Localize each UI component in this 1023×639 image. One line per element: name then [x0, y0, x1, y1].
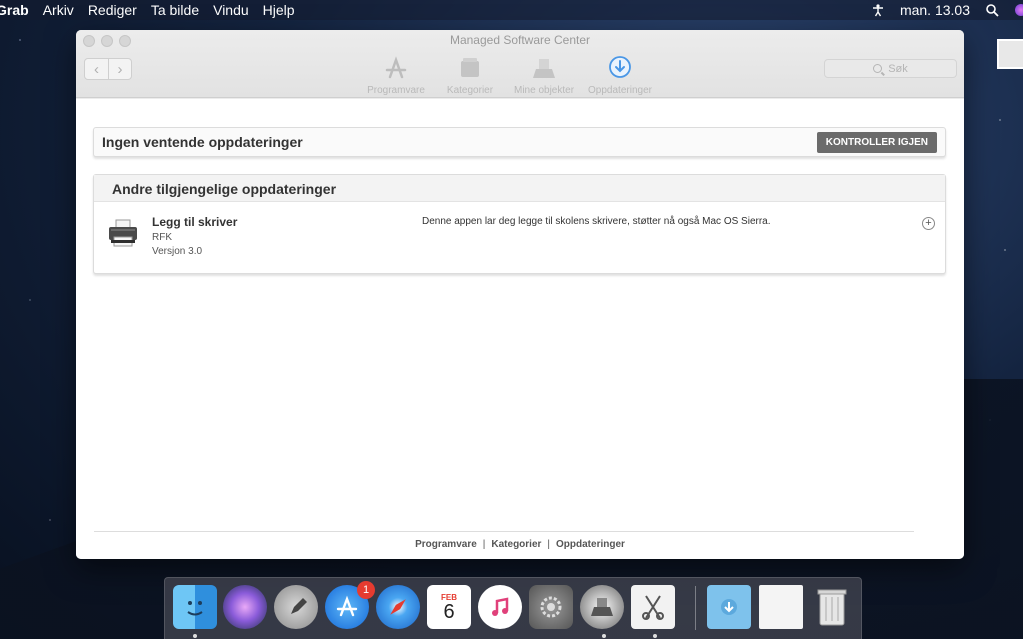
tab-mine-objekter-label: Mine objekter — [514, 85, 575, 96]
back-button[interactable]: ‹ — [85, 59, 108, 79]
launchpad-icon[interactable] — [274, 585, 318, 629]
menu-ta-bilde[interactable]: Ta bilde — [144, 2, 206, 18]
pending-updates-title: Ingen ventende oppdateringer — [102, 134, 303, 150]
plus-icon: + — [925, 217, 932, 229]
title-bar: Managed Software Center ‹ › Programvare … — [76, 30, 964, 98]
other-updates-title: Andre tilgjengelige oppdateringer — [94, 175, 945, 202]
screenshot-document-icon[interactable] — [759, 585, 803, 629]
search-icon — [873, 64, 883, 73]
spotlight-icon[interactable] — [985, 3, 999, 17]
navigation-buttons: ‹ › — [84, 58, 132, 80]
main-content: Ingen ventende oppdateringer KONTROLLER … — [76, 99, 964, 559]
categories-icon — [461, 58, 479, 77]
check-again-button[interactable]: KONTROLLER IGJEN — [816, 131, 937, 153]
forward-button[interactable]: › — [108, 59, 131, 79]
footer-links: Programvare | Kategorier | Oppdateringer — [76, 539, 964, 550]
grab-icon[interactable] — [631, 585, 675, 629]
menu-arkiv[interactable]: Arkiv — [36, 2, 81, 18]
add-item-button[interactable]: + — [922, 217, 935, 230]
list-item[interactable]: Legg til skriver RFK Versjon 3.0 Denne a… — [94, 202, 945, 274]
siri-icon[interactable] — [223, 585, 267, 629]
menu-app-name[interactable]: Grab — [0, 2, 36, 18]
tab-kategorier-label: Kategorier — [446, 85, 494, 96]
footer-separator: | — [482, 539, 486, 550]
tab-programvare-label: Programvare — [367, 85, 425, 96]
menu-vindu[interactable]: Vindu — [206, 2, 256, 18]
item-developer: RFK — [152, 232, 172, 243]
dock: 1 FEB 6 — [164, 577, 862, 639]
downloads-folder-icon[interactable] — [707, 585, 751, 629]
running-indicator — [602, 634, 606, 638]
trash-icon[interactable] — [810, 585, 854, 629]
menu-hjelp[interactable]: Hjelp — [256, 2, 302, 18]
item-version: Versjon 3.0 — [152, 246, 203, 257]
tab-oppdateringer-label: Oppdateringer — [588, 85, 652, 96]
accessibility-icon[interactable] — [871, 3, 885, 17]
itunes-icon[interactable] — [478, 585, 522, 629]
footer-link-kategorier[interactable]: Kategorier — [491, 539, 541, 550]
updates-icon — [609, 56, 631, 78]
chevron-left-icon: ‹ — [94, 60, 99, 78]
footer-link-programvare[interactable]: Programvare — [415, 539, 477, 550]
calendar-icon[interactable]: FEB 6 — [427, 585, 471, 629]
other-updates-panel: Andre tilgjengelige oppdateringer Legg t… — [93, 174, 946, 274]
finder-icon[interactable] — [173, 585, 217, 629]
menu-extras: man. 13.03 — [863, 0, 1023, 20]
item-description: Denne appen lar deg legge til skolens sk… — [422, 216, 771, 227]
managed-software-center-icon[interactable] — [580, 585, 624, 629]
footer-link-oppdateringer[interactable]: Oppdateringer — [556, 539, 625, 550]
menu-clock[interactable]: man. 13.03 — [893, 2, 977, 18]
printer-icon — [109, 219, 137, 247]
tab-mine-objekter[interactable]: Mine objekter — [514, 54, 574, 96]
search-field[interactable]: Søk — [824, 59, 957, 78]
safari-icon[interactable] — [376, 585, 420, 629]
toolbar: Programvare Kategorier Mine objekter Opp… — [366, 54, 666, 96]
system-preferences-icon[interactable] — [529, 585, 573, 629]
chevron-right-icon: › — [117, 60, 123, 78]
app-store-icon — [385, 56, 407, 79]
notification-badge: 1 — [357, 581, 375, 599]
footer-divider — [94, 531, 914, 532]
dock-separator — [695, 586, 696, 630]
desktop-screenshot-thumbnail[interactable] — [997, 39, 1023, 69]
footer-separator: | — [547, 539, 551, 550]
menu-rediger[interactable]: Rediger — [81, 2, 144, 18]
menu-bar: Grab Arkiv Rediger Ta bilde Vindu Hjelp … — [0, 0, 1023, 20]
app-store-dock-icon[interactable]: 1 — [325, 581, 375, 629]
search-placeholder: Søk — [888, 62, 908, 75]
pending-updates-panel: Ingen ventende oppdateringer KONTROLLER … — [93, 127, 946, 157]
running-indicator — [193, 634, 197, 638]
siri-icon[interactable] — [1015, 4, 1023, 16]
tab-programvare[interactable]: Programvare — [366, 54, 426, 96]
running-indicator — [653, 634, 657, 638]
tab-kategorier[interactable]: Kategorier — [440, 54, 500, 96]
tab-oppdateringer[interactable]: Oppdateringer — [588, 54, 652, 96]
managed-software-center-window: Managed Software Center ‹ › Programvare … — [76, 30, 964, 559]
my-items-icon — [533, 59, 556, 78]
calendar-day: 6 — [443, 600, 455, 623]
window-title: Managed Software Center — [449, 33, 591, 47]
item-name[interactable]: Legg til skriver — [152, 215, 237, 229]
